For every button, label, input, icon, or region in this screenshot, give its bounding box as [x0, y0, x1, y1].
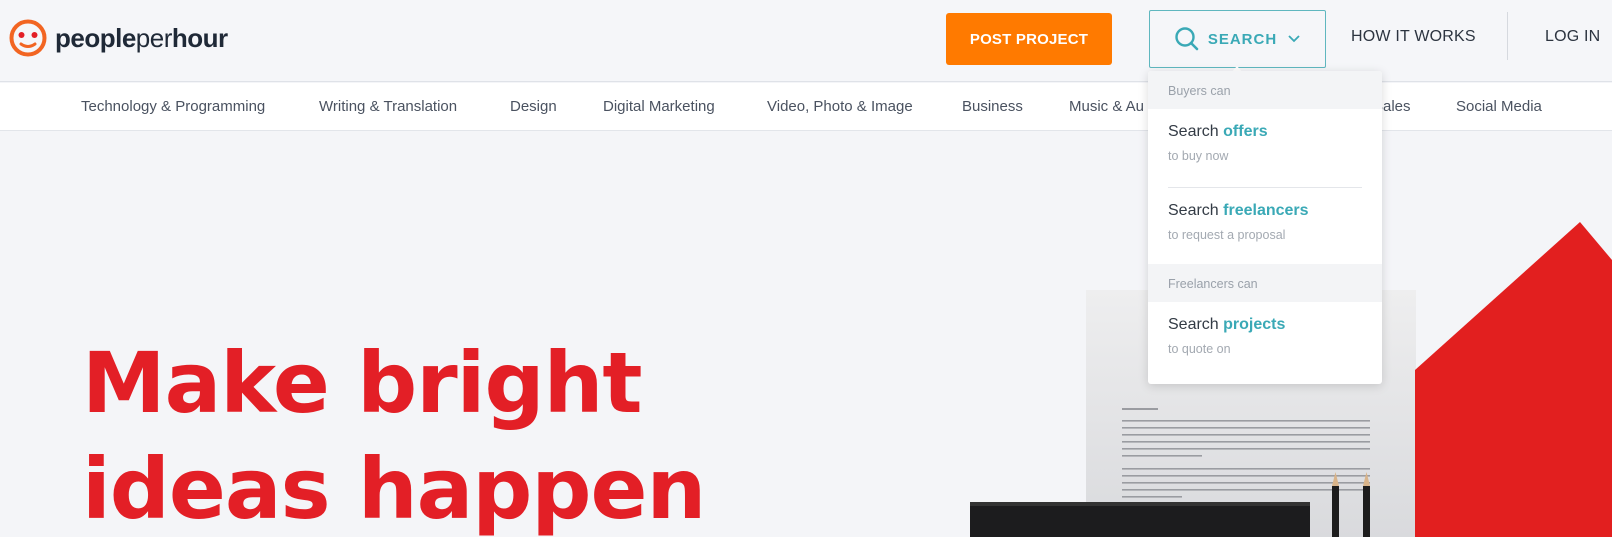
search-dropdown: Buyers can Search offers to buy now Sear… — [1148, 71, 1382, 384]
search-projects-label: Search projects — [1168, 316, 1362, 334]
category-writing-translation[interactable]: Writing & Translation — [319, 98, 457, 115]
search-offers-keyword: offers — [1223, 123, 1268, 140]
logo-word-people: people — [55, 22, 136, 53]
search-icon — [1175, 27, 1199, 51]
search-freelancers-option[interactable]: Search freelancers to request a proposal — [1148, 188, 1382, 264]
search-offers-prefix: Search — [1168, 123, 1224, 140]
login-link[interactable]: LOG IN — [1545, 28, 1600, 46]
freelancers-heading: Freelancers can — [1148, 264, 1382, 302]
search-projects-prefix: Search — [1168, 316, 1224, 333]
smiley-logo-icon — [9, 19, 47, 57]
search-projects-keyword: projects — [1223, 316, 1286, 333]
logo-word-hour: hour — [171, 22, 228, 53]
category-digital-marketing[interactable]: Digital Marketing — [603, 98, 715, 115]
how-it-works-link[interactable]: HOW IT WORKS — [1351, 28, 1476, 46]
post-project-button[interactable]: POST PROJECT — [946, 13, 1112, 65]
search-offers-sub: to buy now — [1168, 149, 1229, 163]
category-business[interactable]: Business — [962, 98, 1023, 115]
logo[interactable]: peopleperhour — [9, 19, 228, 57]
nav-divider — [1507, 12, 1508, 60]
search-freelancers-label: Search freelancers — [1168, 202, 1362, 220]
hero-line-1: Make bright — [82, 334, 643, 432]
hero-line-2: ideas happen — [82, 440, 706, 537]
search-button[interactable]: SEARCH — [1149, 10, 1326, 68]
chevron-down-icon — [1288, 35, 1300, 43]
category-social-media[interactable]: Social Media — [1456, 98, 1542, 115]
search-button-label: SEARCH — [1207, 30, 1278, 48]
hero-headline: Make bright ideas happen — [82, 330, 782, 537]
search-freelancers-keyword: freelancers — [1223, 202, 1309, 219]
logo-word-per: per — [135, 22, 173, 53]
search-projects-sub: to quote on — [1168, 342, 1231, 356]
search-freelancers-sub: to request a proposal — [1168, 228, 1286, 242]
category-music-audio[interactable]: Music & Au — [1069, 98, 1144, 115]
search-offers-option[interactable]: Search offers to buy now — [1148, 109, 1382, 187]
category-video-photo-image[interactable]: Video, Photo & Image — [767, 98, 913, 115]
logo-wordmark: peopleperhour — [55, 23, 228, 54]
category-design[interactable]: Design — [510, 98, 557, 115]
search-freelancers-prefix: Search — [1168, 202, 1224, 219]
search-offers-label: Search offers — [1168, 123, 1362, 141]
search-projects-option[interactable]: Search projects to quote on — [1148, 302, 1382, 380]
buyers-heading: Buyers can — [1148, 71, 1382, 109]
site-header: peopleperhour POST PROJECT SEARCH HOW IT… — [0, 0, 1612, 82]
category-technology-programming[interactable]: Technology & Programming — [81, 98, 265, 115]
